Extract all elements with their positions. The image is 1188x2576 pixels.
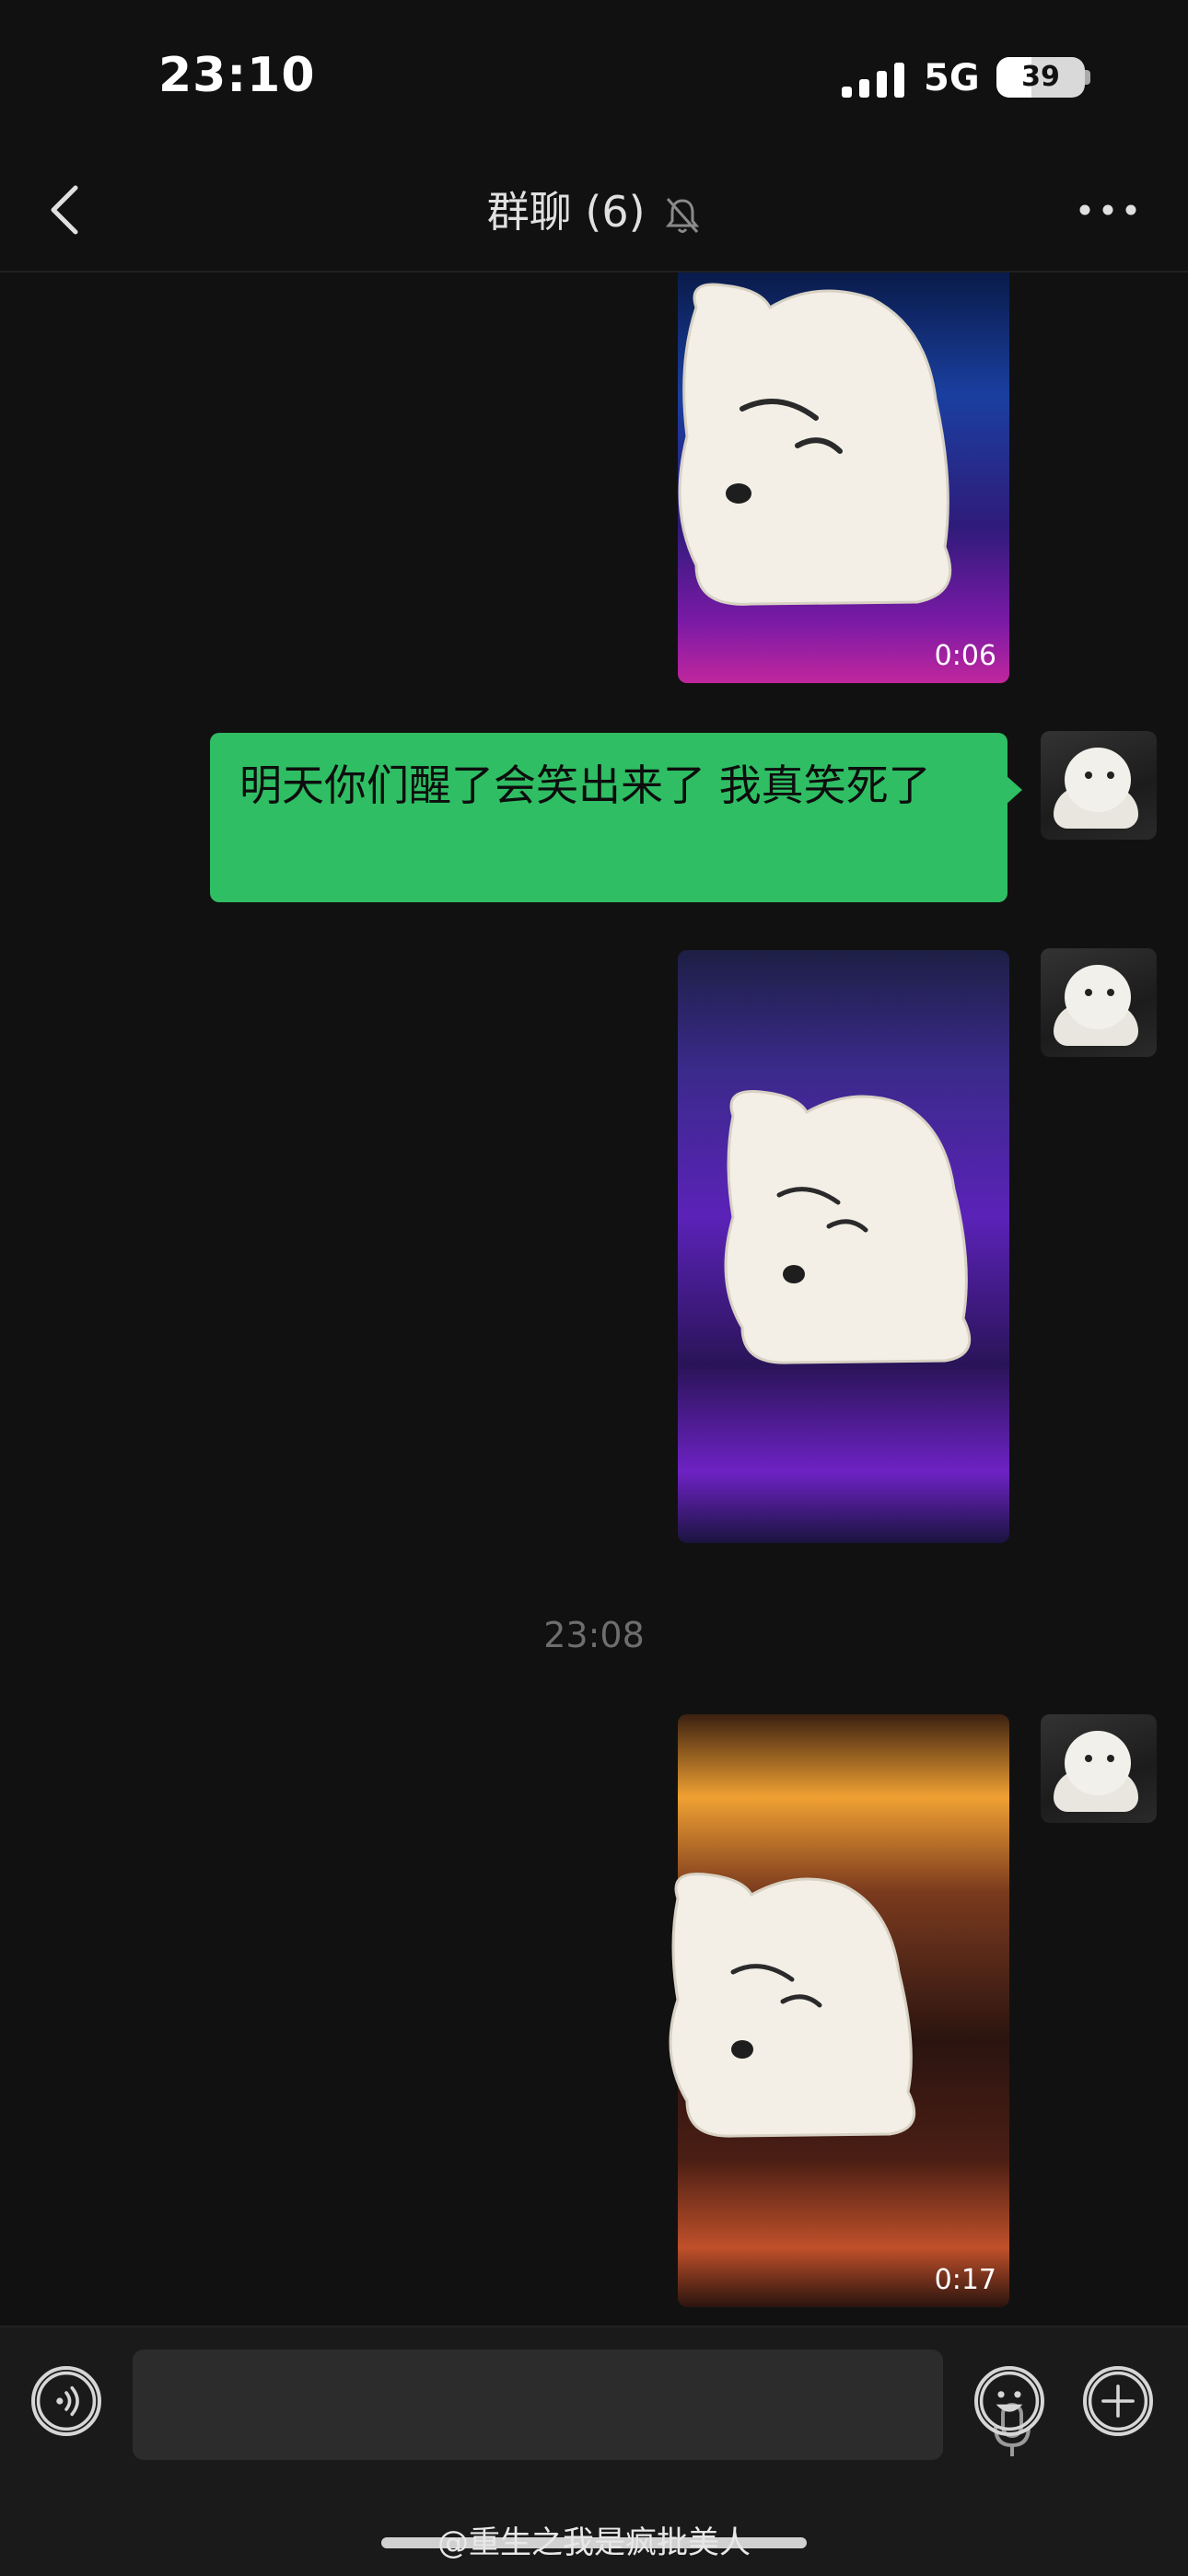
- message-input[interactable]: [133, 2350, 1031, 2460]
- watermark: @重生之我是疯批美人: [437, 2524, 751, 2561]
- status-time: 23:10: [158, 48, 316, 103]
- chat-header: 群聊 (6): [0, 147, 1188, 273]
- dog-sticker: [669, 1873, 916, 2138]
- bubble-tail: [1006, 775, 1022, 805]
- voice-icon[interactable]: [31, 2366, 101, 2436]
- video-duration: 0:06: [934, 640, 996, 672]
- avatar[interactable]: [1041, 948, 1157, 1057]
- signal-icon: [842, 63, 904, 98]
- network-type: 5G: [924, 57, 980, 99]
- video-duration: 0:17: [934, 2264, 996, 2296]
- chat-title-wrap: 群聊 (6): [0, 179, 1188, 239]
- battery-tip: [1085, 70, 1090, 85]
- plus-icon[interactable]: [1083, 2366, 1153, 2436]
- dog-sticker: [678, 283, 952, 606]
- battery-icon: 39: [996, 57, 1085, 98]
- bell-slash-icon: [666, 197, 700, 233]
- time-divider: 23:08: [543, 1615, 645, 1655]
- emoji-icon[interactable]: [974, 2366, 1044, 2436]
- more-dots-icon[interactable]: [1077, 199, 1138, 221]
- chat-title: 群聊 (6): [486, 187, 646, 237]
- text-message-bubble[interactable]: 明天你们醒了会笑出来了 我真笑死了: [210, 733, 1007, 902]
- avatar[interactable]: [1041, 731, 1157, 840]
- status-bar: 23:10 5G 39: [0, 0, 1188, 147]
- avatar[interactable]: [1041, 1714, 1157, 1823]
- dog-sticker: [724, 1090, 972, 1364]
- battery-level: 39: [1021, 61, 1060, 93]
